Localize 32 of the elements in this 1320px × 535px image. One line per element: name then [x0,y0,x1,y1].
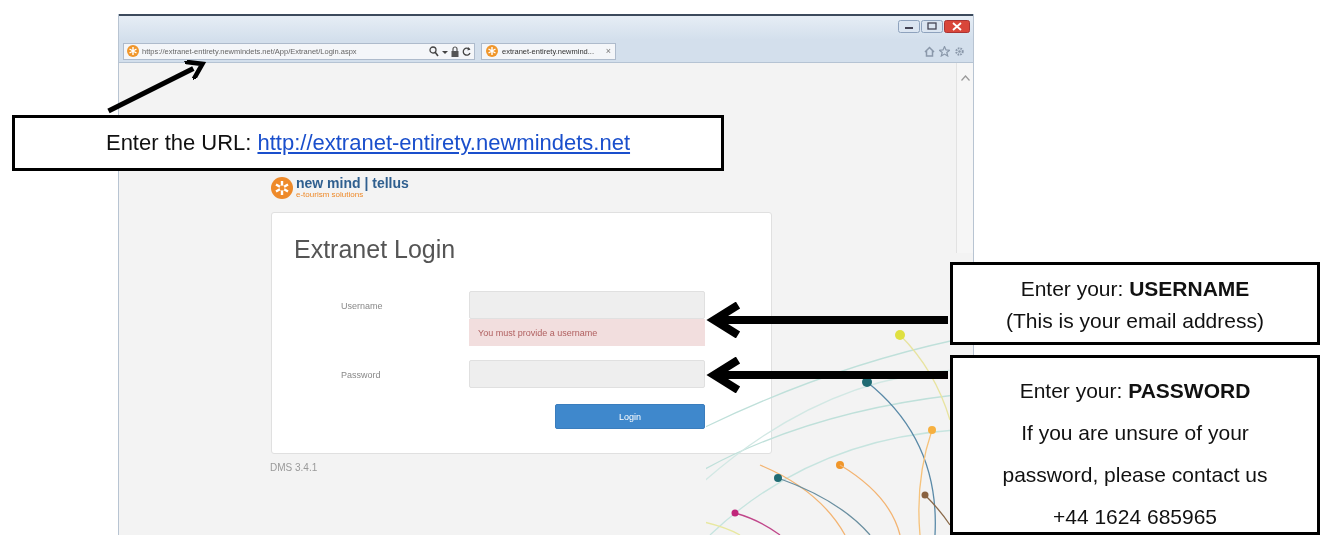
tab-close-button[interactable]: × [605,46,611,56]
favicon-icon [127,45,139,57]
scrollbar[interactable] [956,63,973,253]
callout-text: If you are unsure of your password, please contact us [1001,420,1269,488]
home-icon[interactable] [924,45,935,57]
star-icon[interactable] [939,45,950,57]
logo-tagline: e-tourism solutions [296,190,365,200]
callout-text: +44 1624 685965 [1051,504,1219,530]
version-text: DMS 3.4.1 [270,462,318,473]
field-label: Username [341,300,384,313]
lock-icon [451,45,459,57]
callout-text: Enter your: PASSWORD [1018,378,1252,404]
callout-text: Enter the URL: [105,130,252,156]
search-icon[interactable] [429,45,439,57]
card-heading: Extranet Login [294,235,457,265]
favicon-icon [486,45,498,57]
callout-text: Enter your: USERNAME [1019,276,1251,302]
close-icon[interactable] [944,20,970,33]
settings-icon[interactable] [954,45,965,57]
input-field[interactable] [469,291,705,319]
input-field[interactable] [469,360,705,388]
maximize-icon[interactable] [921,20,943,33]
logo-icon [271,177,293,199]
refresh-icon[interactable] [462,45,471,57]
error-message: You must provide a username [469,319,705,346]
minimize-icon[interactable] [898,20,920,33]
caret-up-icon[interactable] [960,75,970,81]
field-label: Password [341,369,382,382]
callout-text: (This is your email address) [1005,308,1265,334]
login-button[interactable]: Login [555,404,705,429]
logo-name: new mind | tellus [296,176,409,190]
url-link[interactable]: http://extranet-entirety.newmindets.net [257,130,631,156]
